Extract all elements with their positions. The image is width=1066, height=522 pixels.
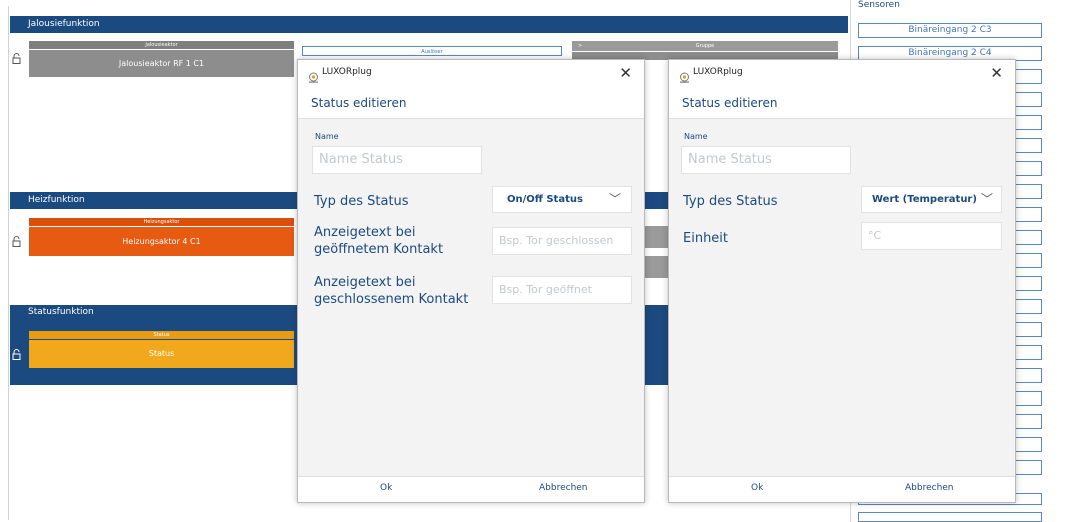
- luxorplug-logo-icon: [679, 68, 690, 83]
- dialog-header-title: Status editieren: [682, 96, 778, 110]
- jalousie-section-title: Jalousiefunktion: [28, 19, 100, 29]
- heiz-gruppe-strip: [644, 256, 670, 278]
- ok-button[interactable]: Ok: [751, 483, 763, 493]
- left-frame-line: [8, 6, 9, 520]
- cancel-button[interactable]: Abbrechen: [905, 483, 954, 493]
- lock-icon[interactable]: [12, 345, 21, 360]
- name-input[interactable]: Name Status: [681, 146, 851, 174]
- cancel-button[interactable]: Abbrechen: [539, 483, 588, 493]
- heiz-device-header: Heizungsaktor: [29, 218, 294, 226]
- sensor-item[interactable]: Binäreingang 2 C3: [858, 23, 1042, 38]
- close-icon[interactable]: ✕: [619, 64, 632, 82]
- dialog-header: Status editieren: [669, 88, 1015, 119]
- ausloeser-column-header: Auslöser: [302, 46, 562, 56]
- dialog-footer: Ok Abbrechen: [669, 476, 1015, 502]
- heiz-device-card[interactable]: Heizungsaktor 4 C1: [29, 227, 294, 256]
- sensors-title: Sensoren: [858, 0, 900, 10]
- dialog-titlebar: LUXORplug ✕: [298, 60, 644, 88]
- dialog-app-title: LUXORplug: [693, 67, 743, 77]
- status-edit-dialog-temperature: LUXORplug ✕ Status editieren Name Name S…: [668, 59, 1016, 503]
- chevron-down-icon: ﹀: [980, 192, 993, 206]
- unit-input[interactable]: °C: [861, 222, 1002, 250]
- gruppe-column-header: > Gruppe: [572, 41, 838, 51]
- type-label: Typ des Status: [683, 194, 778, 209]
- status-section-title: Statusfunktion: [28, 307, 94, 317]
- name-input[interactable]: Name Status: [312, 146, 482, 174]
- dialog-header-title: Status editieren: [311, 96, 407, 110]
- lock-icon[interactable]: [12, 49, 21, 64]
- dialog-app-title: LUXORplug: [322, 67, 372, 77]
- type-select[interactable]: On/Off Status ﹀: [492, 186, 632, 213]
- dialog-footer: Ok Abbrechen: [298, 476, 644, 502]
- chevron-down-icon: ﹀: [608, 192, 621, 206]
- jalousie-section-bar: Jalousiefunktion: [10, 16, 848, 33]
- open-text-label: Anzeigetext bei geöffnetem Kontakt: [314, 225, 444, 257]
- jalousie-device-card[interactable]: Jalousieaktor RF 1 C1: [29, 50, 294, 77]
- type-select-value: Wert (Temperatur): [872, 194, 977, 205]
- gruppe-label: Gruppe: [695, 43, 715, 49]
- gruppe-arrow: >: [578, 43, 583, 49]
- ok-button[interactable]: Ok: [380, 483, 392, 493]
- name-label: Name: [315, 132, 339, 141]
- type-label: Typ des Status: [314, 194, 409, 209]
- dialog-titlebar: LUXORplug ✕: [669, 60, 1015, 88]
- sensor-item[interactable]: [858, 512, 1042, 522]
- open-text-input[interactable]: Bsp. Tor geschlossen: [492, 227, 632, 255]
- status-device-card[interactable]: Status: [29, 340, 294, 368]
- type-select[interactable]: Wert (Temperatur) ﹀: [861, 186, 1002, 213]
- dialog-header: Status editieren: [298, 88, 644, 119]
- closed-text-input[interactable]: Bsp. Tor geöffnet: [492, 276, 632, 304]
- jalousie-device-header: Jalousieaktor: [29, 41, 294, 49]
- status-device-header: Status: [29, 331, 294, 339]
- luxorplug-logo-icon: [308, 68, 319, 83]
- heiz-section-title: Heizfunktion: [28, 195, 85, 205]
- close-icon[interactable]: ✕: [990, 64, 1003, 82]
- closed-text-label: Anzeigetext bei geschlossenem Kontakt: [314, 275, 469, 307]
- lock-icon[interactable]: [12, 232, 21, 247]
- luxorplug-workspace: Jalousiefunktion Jalousieaktor Jalousiea…: [0, 0, 1066, 522]
- unit-label: Einheit: [683, 231, 729, 246]
- heiz-gruppe-strip: [644, 226, 670, 248]
- type-select-value: On/Off Status: [507, 194, 583, 205]
- status-edit-dialog-onoff: LUXORplug ✕ Status editieren Name Name S…: [297, 59, 645, 503]
- name-label: Name: [684, 132, 708, 141]
